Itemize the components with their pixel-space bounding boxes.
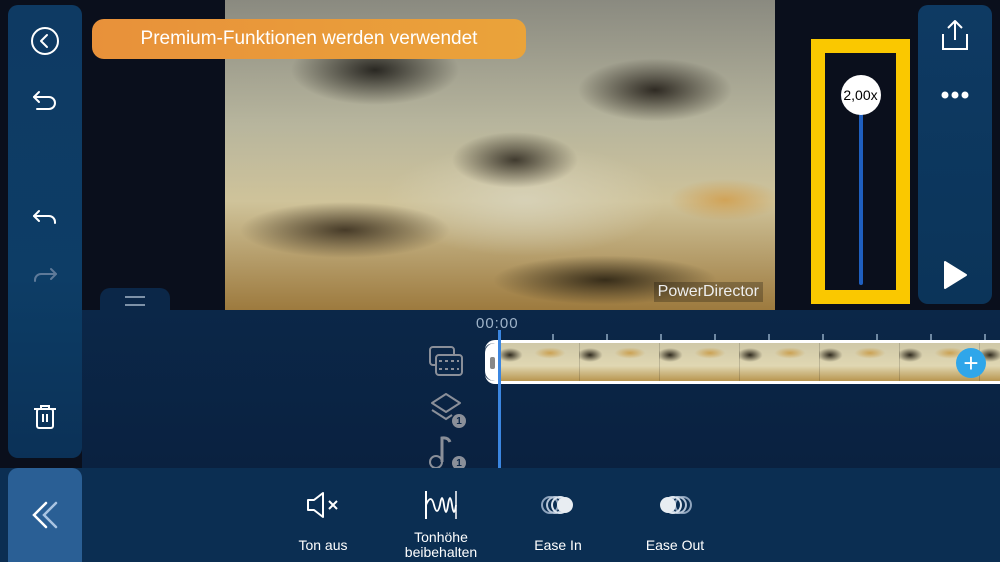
clip-frame — [740, 343, 820, 381]
audio-track-button[interactable]: 1 — [426, 432, 466, 472]
premium-banner[interactable]: Premium-Funktionen werden verwendet — [92, 19, 526, 59]
speaker-mute-icon — [307, 492, 338, 518]
app-root: PowerDirector Premium-Funktionen werden … — [0, 0, 1000, 562]
bottom-toolbar — [0, 468, 1000, 562]
ease-out-button[interactable]: Ease Out — [620, 484, 730, 553]
revert-button[interactable] — [8, 81, 82, 121]
overlay-track-button[interactable]: 1 — [426, 390, 466, 430]
keep-pitch-label: Tonhöhe beibehalten — [404, 529, 478, 560]
ease-out-label: Ease Out — [645, 537, 705, 553]
video-track-button[interactable] — [426, 342, 466, 382]
timeline[interactable] — [82, 310, 1000, 468]
export-icon — [942, 20, 968, 50]
overlay-count-badge: 1 — [452, 414, 466, 428]
speed-slider-highlight: 2,00x — [811, 39, 910, 304]
ease-in-button[interactable]: Ease In — [503, 484, 613, 553]
redo-icon — [34, 268, 57, 282]
video-clip[interactable] — [485, 340, 1000, 384]
play-icon — [944, 261, 967, 289]
add-clip-button[interactable]: + — [956, 348, 986, 378]
left-panel — [8, 5, 82, 458]
playhead[interactable] — [498, 330, 501, 468]
clip-thumbnails — [500, 343, 1000, 381]
delete-button[interactable] — [8, 397, 82, 437]
right-panel — [918, 5, 992, 304]
more-button[interactable] — [918, 75, 992, 115]
video-track-icon — [429, 346, 463, 376]
delete-icon — [34, 405, 56, 429]
plus-icon: + — [963, 347, 979, 378]
speed-slider-knob[interactable]: 2,00x — [840, 75, 881, 115]
ease-in-icon — [541, 496, 573, 514]
clip-frame — [660, 343, 740, 381]
clip-frame — [500, 343, 580, 381]
mute-button[interactable]: Ton aus — [268, 484, 378, 553]
drag-handle-icon — [125, 296, 145, 306]
mute-label: Ton aus — [298, 537, 348, 553]
double-chevron-left-icon — [32, 501, 58, 529]
more-icon — [941, 91, 969, 99]
collapse-button[interactable] — [8, 468, 82, 562]
export-button[interactable] — [918, 15, 992, 55]
watermark: PowerDirector — [653, 282, 763, 302]
keep-pitch-button[interactable]: Tonhöhe beibehalten — [386, 484, 496, 560]
back-icon — [31, 27, 59, 55]
back-button[interactable] — [8, 21, 82, 61]
play-button[interactable] — [918, 255, 992, 295]
revert-icon — [33, 91, 56, 110]
clip-frame — [580, 343, 660, 381]
speed-track[interactable] — [858, 95, 863, 285]
ease-in-label: Ease In — [534, 537, 582, 553]
ease-out-icon — [660, 496, 692, 514]
clip-frame — [820, 343, 900, 381]
redo-button[interactable] — [8, 256, 82, 296]
undo-button[interactable] — [8, 198, 82, 238]
waveform-icon — [425, 491, 457, 519]
undo-icon — [33, 210, 56, 224]
